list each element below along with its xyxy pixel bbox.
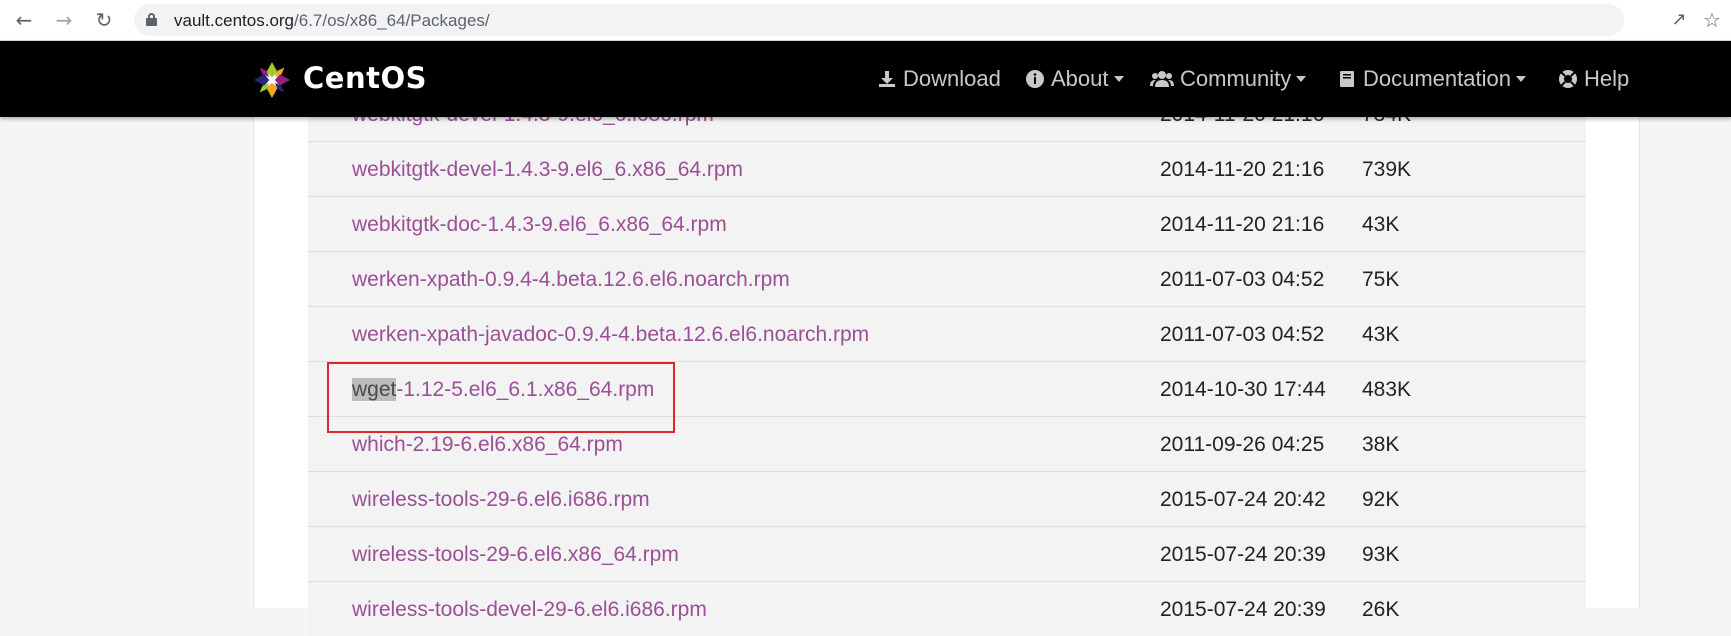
nav-about-label: About — [1051, 66, 1109, 91]
browser-toolbar: ← → ↻ vault.centos.org/6.7/os/x86_64/Pac… — [0, 0, 1731, 41]
chevron-down-icon — [1113, 76, 1124, 82]
nav-help[interactable]: Help — [1558, 66, 1629, 92]
nav-documentation[interactable]: Documentation — [1337, 66, 1526, 92]
back-icon[interactable]: ← — [10, 6, 38, 34]
lock-icon[interactable] — [146, 13, 157, 26]
package-date: 2015-07-24 20:39 — [1160, 543, 1326, 566]
package-link[interactable]: webkitgtk-devel-1.4.3-9.el6_6.x86_64.rpm — [352, 158, 743, 182]
nav-download[interactable]: Download — [877, 66, 1001, 92]
table-row: wireless-tools-devel-29-6.el6.i686.rpm 2… — [308, 581, 1586, 636]
package-link[interactable]: wireless-tools-devel-29-6.el6.i686.rpm — [352, 598, 707, 622]
address-bar[interactable]: vault.centos.org/6.7/os/x86_64/Packages/ — [134, 4, 1624, 36]
table-row: werken-xpath-0.9.4-4.beta.12.6.el6.noarc… — [308, 251, 1586, 306]
package-date: 2014-10-30 17:44 — [1160, 378, 1326, 401]
package-table: webkitgtk-devel-1.4.3-9.el6_6.i686.rpm 2… — [308, 86, 1586, 636]
package-date: 2015-07-24 20:39 — [1160, 598, 1326, 621]
package-date: 2014-11-20 21:16 — [1160, 213, 1325, 236]
package-date: 2014-11-20 21:16 — [1160, 158, 1325, 181]
package-link[interactable]: webkitgtk-doc-1.4.3-9.el6_6.x86_64.rpm — [352, 213, 727, 237]
nav-download-label: Download — [903, 66, 1001, 91]
table-row: wireless-tools-29-6.el6.x86_64.rpm 2015-… — [308, 526, 1586, 581]
package-link[interactable]: which-2.19-6.el6.x86_64.rpm — [352, 433, 623, 457]
package-size: 43K — [1362, 213, 1400, 236]
download-icon — [879, 71, 895, 87]
package-size: 93K — [1362, 543, 1400, 566]
table-row: webkitgtk-doc-1.4.3-9.el6_6.x86_64.rpm 2… — [308, 196, 1586, 251]
table-row: webkitgtk-devel-1.4.3-9.el6_6.x86_64.rpm… — [308, 141, 1586, 196]
package-link[interactable]: werken-xpath-0.9.4-4.beta.12.6.el6.noarc… — [352, 268, 790, 292]
package-date: 2011-07-03 04:52 — [1160, 323, 1325, 346]
package-link[interactable]: werken-xpath-javadoc-0.9.4-4.beta.12.6.e… — [352, 323, 869, 347]
brand-name[interactable]: CentOS — [303, 61, 427, 95]
share-icon[interactable]: ↗ — [1667, 8, 1691, 32]
bookmark-star-icon[interactable]: ☆ — [1700, 8, 1724, 32]
book-icon — [1340, 71, 1354, 87]
chevron-down-icon — [1515, 76, 1526, 82]
package-date: 2011-07-03 04:52 — [1160, 268, 1325, 291]
package-date: 2015-07-24 20:42 — [1160, 488, 1326, 511]
package-size: 38K — [1362, 433, 1400, 456]
nav-community-label: Community — [1180, 66, 1292, 91]
package-size: 75K — [1362, 268, 1400, 291]
info-circle-icon — [1026, 70, 1044, 88]
package-date: 2011-09-26 04:25 — [1160, 433, 1325, 456]
site-navbar: CentOS Download About Community Document… — [0, 41, 1731, 117]
nav-help-label: Help — [1584, 66, 1630, 91]
chevron-down-icon — [1296, 76, 1307, 82]
package-link[interactable]: wireless-tools-29-6.el6.x86_64.rpm — [352, 543, 679, 567]
package-size: 739K — [1362, 158, 1412, 181]
lifebuoy-icon — [1559, 70, 1577, 88]
package-size: 92K — [1362, 488, 1400, 511]
url-text[interactable]: vault.centos.org/6.7/os/x86_64/Packages/ — [174, 11, 490, 31]
nav-community[interactable]: Community — [1150, 66, 1307, 92]
package-size: 26K — [1362, 598, 1400, 621]
nav-documentation-label: Documentation — [1363, 66, 1511, 91]
nav-about[interactable]: About — [1025, 66, 1124, 92]
table-row: werken-xpath-javadoc-0.9.4-4.beta.12.6.e… — [308, 306, 1586, 361]
users-icon — [1150, 71, 1174, 87]
package-size: 483K — [1362, 378, 1412, 401]
reload-icon[interactable]: ↻ — [90, 6, 118, 34]
table-row: wireless-tools-29-6.el6.i686.rpm 2015-07… — [308, 471, 1586, 526]
package-link[interactable]: wireless-tools-29-6.el6.i686.rpm — [352, 488, 650, 512]
package-size: 43K — [1362, 323, 1400, 346]
forward-icon[interactable]: → — [50, 6, 78, 34]
annotation-box — [327, 362, 675, 433]
centos-logo-icon[interactable] — [253, 61, 291, 99]
